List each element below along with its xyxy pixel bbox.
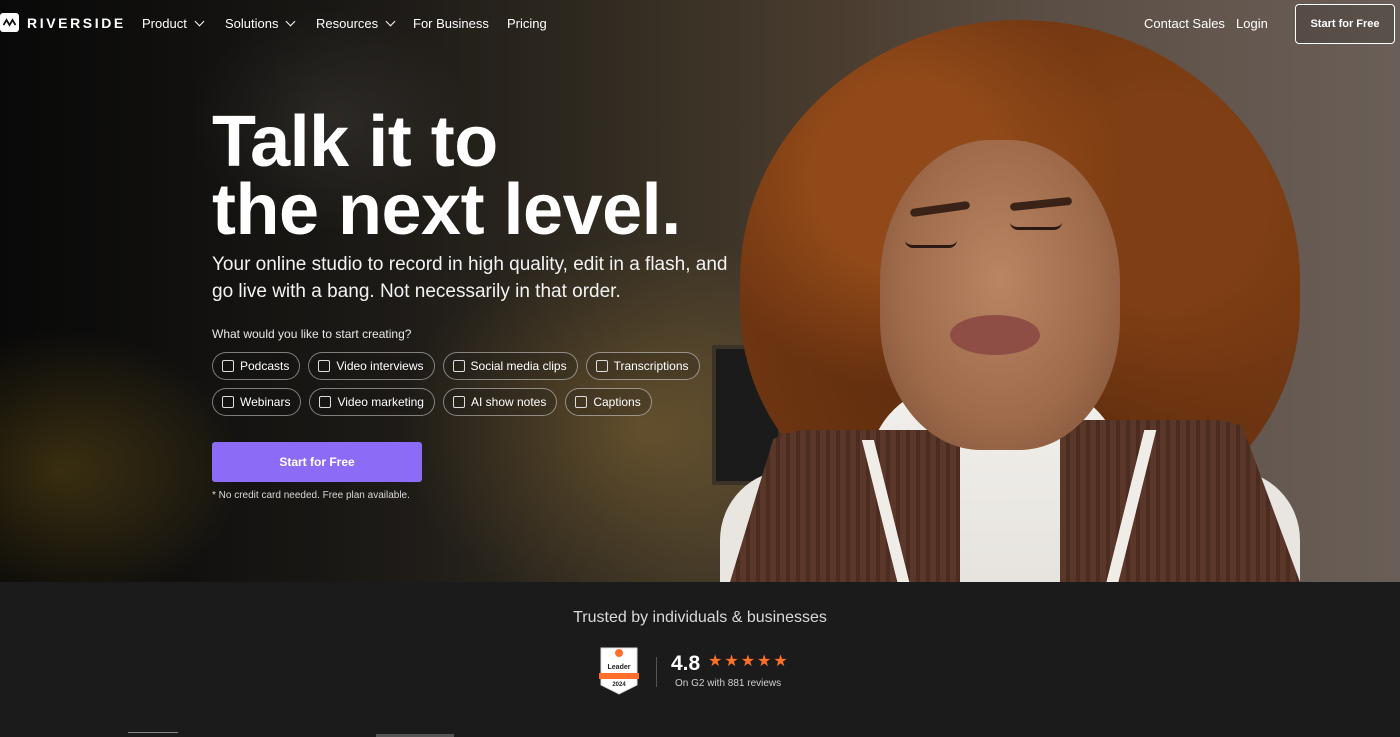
option-label: Webinars	[240, 395, 291, 409]
option-label: Video marketing	[337, 395, 424, 409]
option-social-media-clips[interactable]: Social media clips	[442, 352, 578, 380]
option-label: Podcasts	[240, 359, 290, 373]
person-lips	[950, 315, 1040, 355]
reviews-count: On G2 with 881 reviews	[675, 678, 782, 689]
option-podcasts[interactable]: Podcasts	[212, 352, 301, 380]
option-transcriptions[interactable]: Transcriptions	[585, 352, 700, 380]
nav-solutions[interactable]: Solutions	[225, 16, 296, 31]
checkbox-icon	[452, 360, 465, 372]
checkbox-icon	[318, 360, 331, 372]
hero-start-free-button[interactable]: Start for Free	[212, 442, 422, 482]
person-eye-right	[1010, 222, 1062, 230]
option-label: Captions	[593, 395, 641, 409]
trusted-section: Trusted by individuals & businesses Lead…	[0, 582, 1400, 737]
option-label: AI show notes	[470, 395, 547, 409]
option-video-interviews[interactable]: Video interviews	[308, 352, 435, 380]
nav-for-business-label: For Business	[413, 16, 489, 31]
star-icon: ★	[757, 653, 772, 670]
rating-divider	[656, 657, 657, 687]
badge-year: 2024	[612, 682, 626, 688]
option-ai-show-notes[interactable]: AI show notes	[442, 388, 558, 416]
option-label: Video interviews	[336, 359, 424, 373]
no-credit-card-note: * No credit card needed. Free plan avail…	[212, 490, 410, 501]
checkbox-icon	[595, 360, 608, 372]
brand-logo[interactable]: RIVERSIDE	[0, 13, 126, 32]
contact-sales-label: Contact Sales	[1144, 16, 1225, 31]
rating-stars: ★ ★ ★ ★ ★	[708, 654, 788, 670]
chevron-down-icon	[385, 16, 396, 27]
badge-label: Leader	[608, 664, 631, 671]
trusted-title: Trusted by individuals & businesses	[573, 609, 827, 626]
headline-line-1: Talk it to	[212, 102, 498, 182]
option-captions[interactable]: Captions	[565, 388, 652, 416]
hero-subheading: Your online studio to record in high qua…	[212, 254, 728, 302]
checkbox-icon	[452, 396, 465, 408]
checkbox-icon	[319, 396, 332, 408]
nav-pricing[interactable]: Pricing	[507, 16, 547, 31]
headline-line-2: the next level.	[212, 170, 681, 250]
top-nav: RIVERSIDE Product Solutions Resources Fo…	[0, 0, 1400, 48]
nav-resources-label: Resources	[316, 16, 379, 31]
nav-product[interactable]: Product	[142, 16, 205, 31]
rating-value: 4.8	[671, 652, 701, 675]
riverside-logo-icon	[0, 13, 19, 32]
option-label: Social media clips	[470, 359, 567, 373]
nav-start-free-button[interactable]: Start for Free	[1295, 4, 1395, 44]
star-icon: ★	[724, 653, 739, 670]
star-icon: ★	[708, 653, 723, 670]
chevron-down-icon	[286, 16, 296, 27]
checkbox-icon	[575, 396, 588, 408]
option-video-marketing[interactable]: Video marketing	[309, 388, 435, 416]
nav-product-label: Product	[142, 16, 187, 31]
star-icon: ★	[740, 653, 756, 670]
login-link[interactable]: Login	[1236, 16, 1268, 31]
creation-options-row-1: Podcasts Video interviews Social media c…	[212, 352, 700, 380]
nav-resources[interactable]: Resources	[316, 16, 396, 31]
partner-logo-partial	[128, 732, 178, 737]
login-label: Login	[1236, 16, 1268, 31]
person-eye-left	[905, 240, 957, 248]
contact-sales-link[interactable]: Contact Sales	[1144, 16, 1225, 31]
option-label: Transcriptions	[613, 359, 689, 373]
checkbox-icon	[222, 360, 234, 372]
brand-name: RIVERSIDE	[27, 14, 126, 31]
person-face	[880, 140, 1120, 450]
star-icon: ★	[773, 653, 788, 670]
nav-solutions-label: Solutions	[225, 16, 279, 31]
g2-leader-badge: Leader 2024	[599, 647, 639, 695]
checkbox-icon	[222, 396, 234, 408]
nav-pricing-label: Pricing	[507, 16, 547, 31]
chevron-down-icon	[194, 16, 205, 27]
option-webinars[interactable]: Webinars	[212, 388, 302, 416]
hero-headline: Talk it to the next level.	[212, 102, 681, 250]
creation-prompt: What would you like to start creating?	[212, 327, 412, 341]
person-vest-right	[1060, 420, 1300, 582]
nav-for-business[interactable]: For Business	[413, 16, 489, 31]
creation-options-row-2: Webinars Video marketing AI show notes C…	[212, 388, 652, 416]
